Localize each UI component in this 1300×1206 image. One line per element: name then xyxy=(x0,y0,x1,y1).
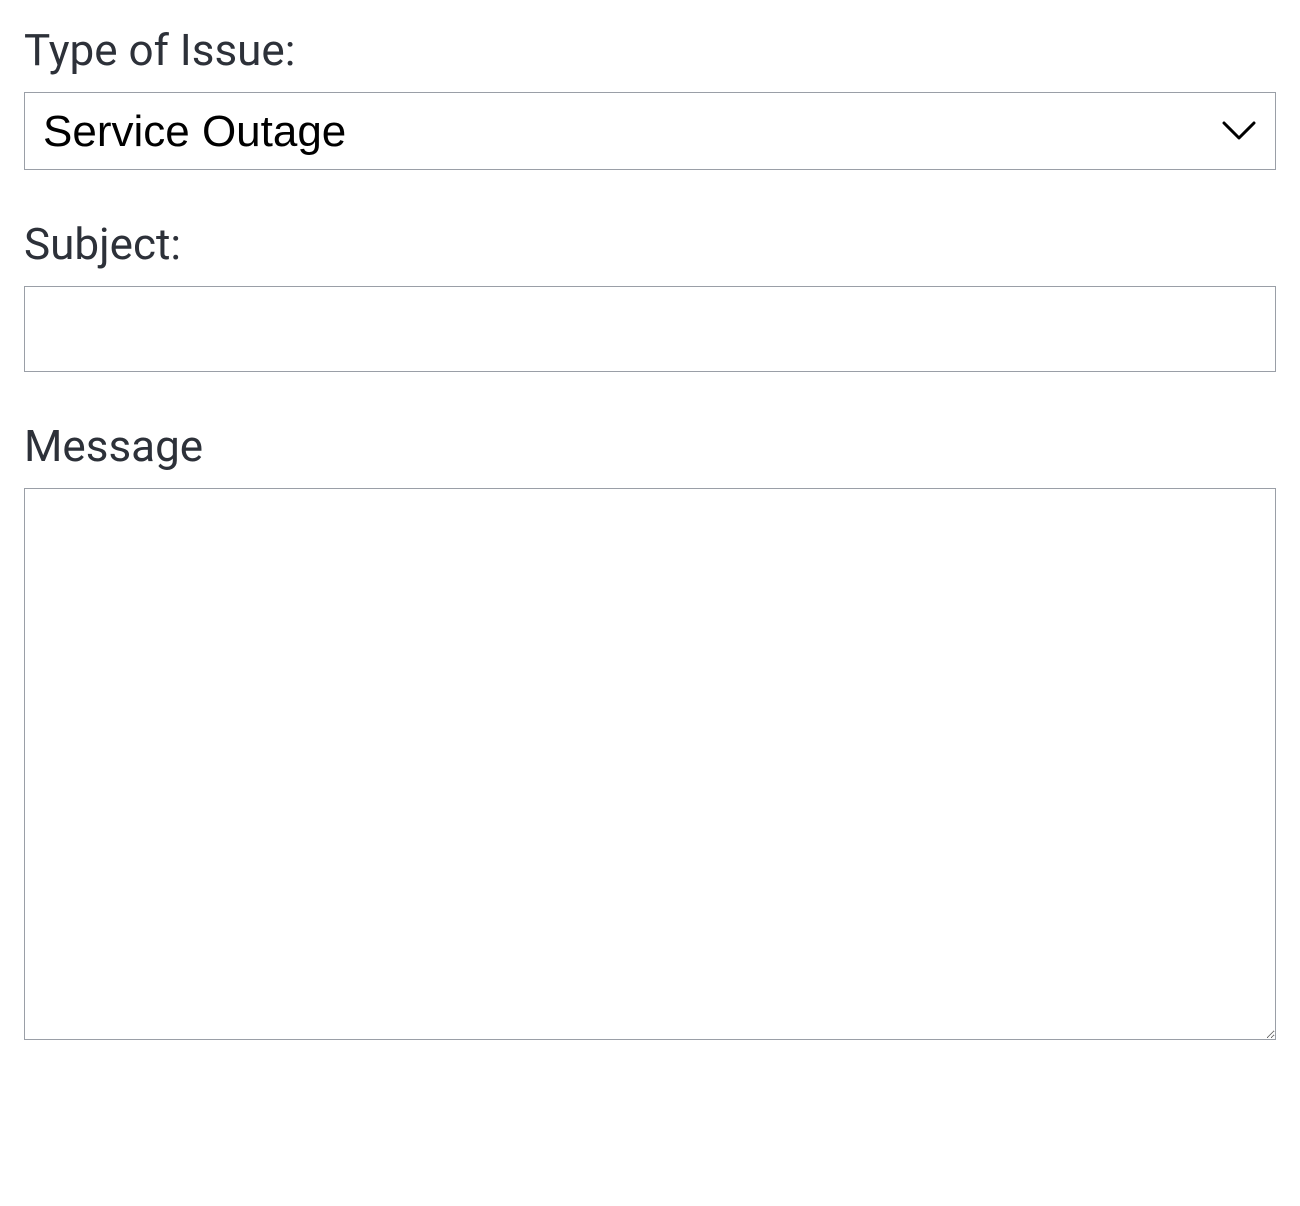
issue-type-group: Type of Issue: Service Outage xyxy=(24,24,1276,170)
issue-type-select[interactable]: Service Outage xyxy=(24,92,1276,170)
message-textarea[interactable] xyxy=(24,488,1276,1040)
message-label: Message xyxy=(24,420,1276,472)
message-group: Message xyxy=(24,420,1276,1040)
issue-type-select-wrapper: Service Outage xyxy=(24,92,1276,170)
issue-type-label: Type of Issue: xyxy=(24,24,1276,76)
subject-input[interactable] xyxy=(24,286,1276,372)
subject-group: Subject: xyxy=(24,218,1276,372)
subject-label: Subject: xyxy=(24,218,1276,270)
